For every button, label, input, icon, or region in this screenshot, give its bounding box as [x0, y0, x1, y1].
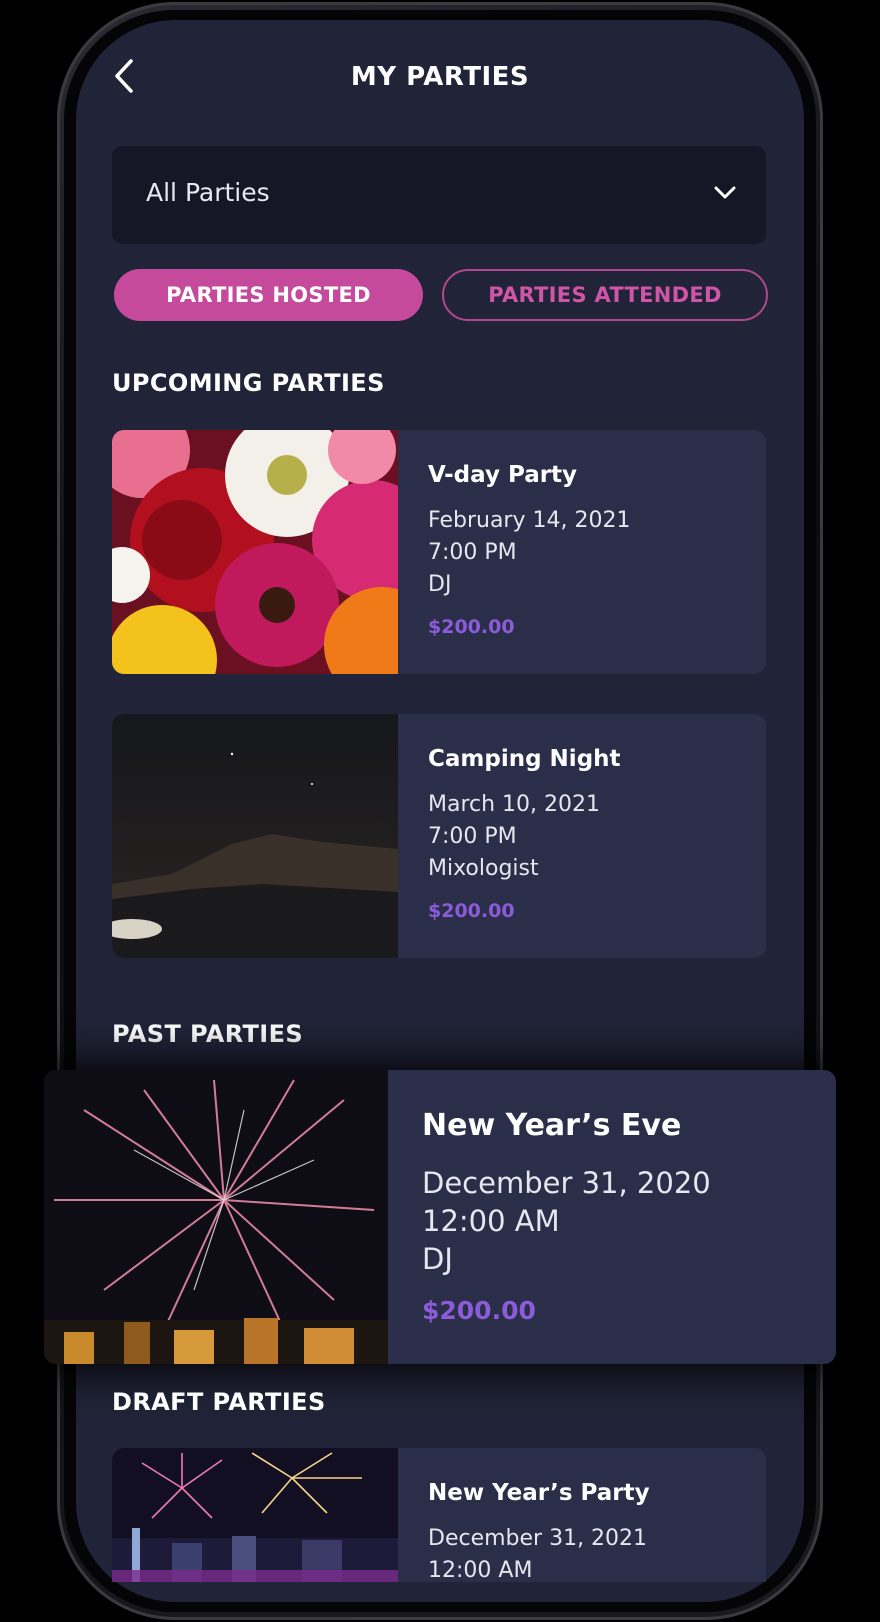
party-card-camping[interactable]: Camping Night March 10, 2021 7:00 PM Mix… — [112, 714, 766, 958]
party-date: February 14, 2021 — [428, 508, 631, 533]
back-button[interactable] — [104, 56, 144, 96]
party-time: 12:00 AM — [422, 1204, 560, 1238]
party-date: March 10, 2021 — [428, 792, 601, 817]
party-name: New Year’s Eve — [422, 1108, 682, 1143]
party-time: 7:00 PM — [428, 540, 517, 565]
party-card-details: New Year’s Party December 31, 2021 12:00… — [398, 1448, 766, 1582]
party-card-details: Camping Night March 10, 2021 7:00 PM Mix… — [398, 714, 766, 958]
chevron-down-icon — [714, 186, 736, 199]
party-name: Camping Night — [428, 746, 621, 772]
party-card-details: New Year’s Eve December 31, 2020 12:00 A… — [388, 1070, 836, 1364]
section-title-past: PAST PARTIES — [112, 1020, 304, 1048]
fireworks-skyline-photo — [112, 1448, 398, 1582]
party-date: December 31, 2020 — [422, 1166, 711, 1200]
fireworks-city-photo — [44, 1070, 388, 1364]
party-name: New Year’s Party — [428, 1480, 650, 1506]
party-card-new-years-party[interactable]: New Year’s Party December 31, 2021 12:00… — [112, 1448, 766, 1582]
gerbera-flowers-photo — [112, 430, 398, 674]
section-title-upcoming: UPCOMING PARTIES — [112, 369, 385, 397]
night-mountain-photo — [112, 714, 398, 958]
party-price: $200.00 — [422, 1296, 536, 1325]
party-card-vday[interactable]: V-day Party February 14, 2021 7:00 PM DJ… — [112, 430, 766, 674]
party-time: 7:00 PM — [428, 824, 517, 849]
party-time: 12:00 AM — [428, 1558, 533, 1582]
party-card-details: V-day Party February 14, 2021 7:00 PM DJ… — [398, 430, 766, 674]
page-title: MY PARTIES — [350, 62, 530, 92]
party-price: $200.00 — [428, 616, 515, 638]
chevron-left-icon — [115, 59, 133, 93]
party-price: $200.00 — [428, 900, 515, 922]
party-filter-value: All Parties — [146, 178, 270, 207]
tab-parties-hosted[interactable]: PARTIES HOSTED — [114, 269, 423, 321]
party-date: December 31, 2021 — [428, 1526, 648, 1551]
party-card-new-years-eve[interactable]: New Year’s Eve December 31, 2020 12:00 A… — [44, 1070, 836, 1364]
party-name: V-day Party — [428, 462, 578, 488]
party-service: Mixologist — [428, 856, 539, 881]
party-service: DJ — [428, 572, 452, 597]
party-filter-dropdown[interactable]: All Parties — [112, 146, 766, 244]
section-title-draft: DRAFT PARTIES — [112, 1388, 326, 1416]
party-service: DJ — [422, 1242, 453, 1276]
tab-parties-attended[interactable]: PARTIES ATTENDED — [442, 269, 768, 321]
